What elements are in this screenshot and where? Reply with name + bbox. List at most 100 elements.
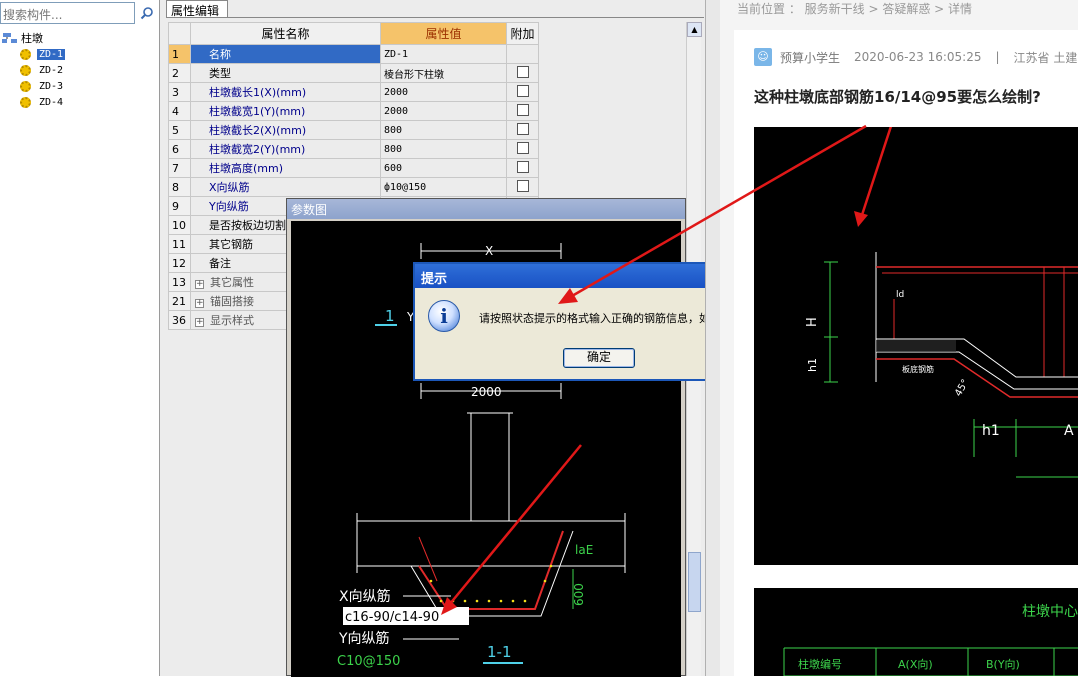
tree-item-label: ZD-3 <box>39 80 64 92</box>
property-row[interactable]: 3 柱墩截长1(X)(mm) 2000 <box>168 82 539 102</box>
extra-checkbox[interactable] <box>516 141 529 154</box>
property-value[interactable]: 2000 <box>380 82 507 102</box>
dim-x-label: X <box>485 244 493 258</box>
row-number: 7 <box>168 158 191 178</box>
extra-cell <box>506 177 539 197</box>
section-number: 1 <box>385 307 395 325</box>
extra-checkbox[interactable] <box>516 103 529 116</box>
section-title: 1-1 <box>487 643 512 661</box>
img2-col-b: B(Y向) <box>986 657 1020 671</box>
property-name[interactable]: X向纵筋 <box>190 177 381 197</box>
property-row[interactable]: 4 柱墩截宽1(Y)(mm) 2000 <box>168 101 539 121</box>
group-name: 其它属性 <box>210 276 254 289</box>
param-window-title[interactable]: 参数图 <box>287 199 685 219</box>
row-number: 36 <box>168 310 191 330</box>
tree-item-label: ZD-1 <box>37 48 66 60</box>
row-number: 6 <box>168 139 191 159</box>
property-value[interactable]: 800 <box>380 120 507 140</box>
ok-button[interactable]: 确定 <box>563 348 635 368</box>
tree-item-zd1[interactable]: ZD-1 <box>20 46 66 62</box>
img2-title: 柱墩中心线 <box>1022 604 1078 620</box>
header-name[interactable]: 属性名称 <box>190 22 381 45</box>
avatar[interactable]: ☺ <box>754 48 772 66</box>
extra-checkbox[interactable] <box>516 179 529 192</box>
property-row[interactable]: 8 X向纵筋 ф10@150 <box>168 177 539 197</box>
group-name: 锚固搭接 <box>210 295 254 308</box>
extra-checkbox[interactable] <box>516 160 529 173</box>
row-number: 2 <box>168 63 191 83</box>
property-name[interactable]: 柱墩高度(mm) <box>190 158 381 178</box>
component-gear-icon <box>20 48 31 60</box>
property-row[interactable]: 6 柱墩截宽2(Y)(mm) 800 <box>168 139 539 159</box>
author-name[interactable]: 预算小学生 <box>780 49 840 66</box>
tree-item-label: ZD-2 <box>39 64 64 76</box>
property-value[interactable]: ZD-1 <box>380 44 507 64</box>
property-row[interactable]: 1 名称 ZD-1 <box>168 44 539 64</box>
rebar-input-value: c16-90/c14-90 <box>345 610 439 625</box>
row-number: 13 <box>168 272 191 292</box>
extra-checkbox[interactable] <box>516 65 529 78</box>
tree-node-zhudun[interactable]: 柱墩 <box>2 30 43 46</box>
tab-divider <box>166 17 704 18</box>
property-name[interactable]: 柱墩截长2(X)(mm) <box>190 120 381 140</box>
tree-item-label: ZD-4 <box>39 96 64 108</box>
row-number: 21 <box>168 291 191 311</box>
property-name[interactable]: 柱墩截宽2(Y)(mm) <box>190 139 381 159</box>
expand-icon[interactable]: + <box>195 318 204 327</box>
property-row[interactable]: 5 柱墩截长2(X)(mm) 800 <box>168 120 539 140</box>
dim-h1-bottom: h1 <box>982 423 1000 439</box>
property-name[interactable]: 柱墩截长1(X)(mm) <box>190 82 381 102</box>
row-number: 1 <box>168 44 191 64</box>
web-qa-page: 当前位置 ： 服务新干线 > 答疑解惑 > 详情 ☺ 预算小学生 2020-06… <box>720 0 1078 676</box>
img2-col-id: 柱墩编号 <box>798 657 842 671</box>
property-name[interactable]: 名称 <box>190 44 381 64</box>
question-title: 这种柱墩底部钢筋16/14@95要怎么绘制? <box>754 88 1041 106</box>
row-number: 5 <box>168 120 191 140</box>
property-value[interactable]: 600 <box>380 158 507 178</box>
lae-label: laE <box>575 543 593 557</box>
cad-table-drawing: 柱墩中心线 柱墩编号 A(X向) B(Y向) <box>783 604 1078 676</box>
expand-icon[interactable]: + <box>195 299 204 308</box>
component-gear-icon <box>20 64 31 76</box>
post-region: 江苏省 土建 <box>1013 50 1078 65</box>
extra-checkbox[interactable] <box>516 122 529 135</box>
property-row[interactable]: 7 柱墩高度(mm) 600 <box>168 158 539 178</box>
grid-header: 属性名称 属性值 附加 <box>168 22 539 45</box>
tree-item-zd2[interactable]: ZD-2 <box>20 62 65 78</box>
scrollbar-thumb[interactable] <box>688 552 701 612</box>
question-image-2[interactable]: 柱墩中心线 柱墩编号 A(X向) B(Y向) <box>754 588 1078 676</box>
article-card: ☺ 预算小学生 2020-06-23 16:05:25 | 江苏省 土建 这种柱… <box>734 30 1078 676</box>
row-number: 12 <box>168 253 191 273</box>
tab-property-edit[interactable]: 属性编辑 <box>166 0 228 18</box>
component-search-input[interactable]: 搜索构件... <box>0 2 135 24</box>
property-value[interactable]: ф10@150 <box>380 177 507 197</box>
row-number: 4 <box>168 101 191 121</box>
property-value[interactable]: 2000 <box>380 101 507 121</box>
property-row[interactable]: 2 类型 棱台形下柱墩 <box>168 63 539 83</box>
window-splitter[interactable] <box>705 0 720 676</box>
tree-item-zd4[interactable]: ZD-4 <box>20 94 65 110</box>
tree-item-zd3[interactable]: ZD-3 <box>20 78 65 94</box>
header-extra[interactable]: 附加 <box>506 22 539 45</box>
angle-label: 45° <box>953 378 971 399</box>
question-image-1[interactable]: H h1 ld 板底钢筋 45° h1 A <box>754 127 1078 565</box>
img2-col-a: A(X向) <box>898 657 933 671</box>
search-icon[interactable] <box>137 2 157 24</box>
property-name[interactable]: 类型 <box>190 63 381 83</box>
dim-600-label: 600 <box>572 583 586 606</box>
extra-cell <box>506 101 539 121</box>
breadcrumb: 当前位置 ： 服务新干线 > 答疑解惑 > 详情 <box>737 2 972 16</box>
property-value[interactable]: 棱台形下柱墩 <box>380 63 507 83</box>
folder-tree-icon <box>2 33 17 43</box>
info-icon: i <box>428 300 460 332</box>
property-value[interactable]: 800 <box>380 139 507 159</box>
extra-cell <box>506 120 539 140</box>
x-bar-label: X向纵筋 <box>339 588 391 605</box>
cad-detail-drawing: H h1 ld 板底钢筋 45° h1 A <box>805 127 1078 478</box>
expand-icon[interactable]: + <box>195 280 204 289</box>
header-value[interactable]: 属性值 <box>380 22 507 45</box>
slab-bar-label: 板底钢筋 <box>902 364 934 374</box>
property-name[interactable]: 柱墩截宽1(Y)(mm) <box>190 101 381 121</box>
scroll-up-icon[interactable]: ▲ <box>687 22 702 37</box>
extra-checkbox[interactable] <box>516 84 529 97</box>
